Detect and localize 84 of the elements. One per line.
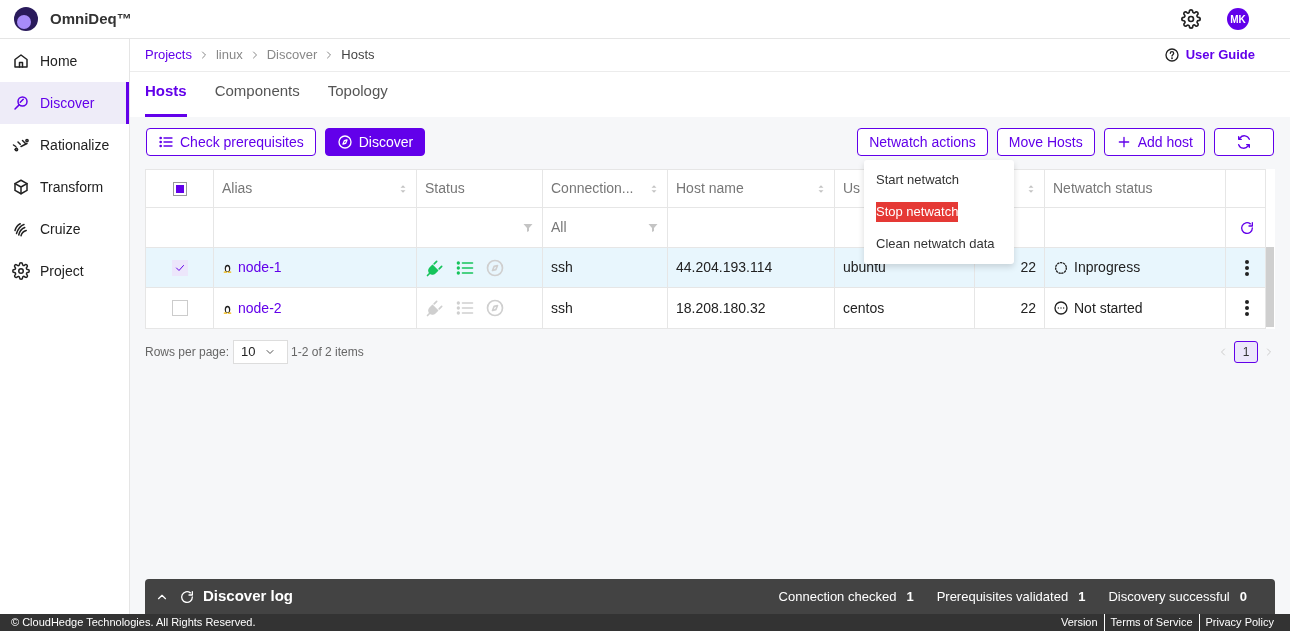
table-cell-text: 44.204.193.114 — [676, 258, 773, 277]
sidebar-item[interactable]: Project — [0, 250, 129, 292]
fingerprint-icon — [12, 220, 30, 238]
menu-item[interactable]: Clean netwatch data — [876, 234, 995, 254]
footer-link[interactable]: Privacy Policy — [1198, 614, 1280, 631]
more-icon — [1244, 300, 1249, 316]
table-cell-text: ubuntu — [843, 258, 886, 277]
netwatch-status: Not started — [1074, 298, 1143, 318]
column-header: Us — [843, 179, 861, 198]
user-guide-link[interactable]: User Guide — [1163, 45, 1255, 65]
sidebar-item[interactable]: Cruize — [0, 208, 129, 250]
refresh-icon — [1236, 134, 1252, 150]
footer-link[interactable]: Version — [1054, 614, 1104, 631]
home-icon — [12, 52, 30, 70]
sidebar-item[interactable]: Transform — [0, 166, 129, 208]
table-cell-text: ssh — [551, 298, 573, 318]
compass-icon — [336, 134, 353, 150]
toolbar-button[interactable]: Add host — [1103, 128, 1205, 156]
stat-label: Connection checked — [778, 587, 897, 606]
select-all-checkbox[interactable] — [172, 181, 187, 196]
pagination-range: 1-2 of 2 items — [291, 344, 364, 361]
more-button[interactable] — [1244, 300, 1249, 316]
row-checkbox[interactable] — [171, 300, 188, 316]
copyright-text: © CloudHedge Technologies. All Rights Reserved. — [11, 615, 256, 631]
settings-icon — [12, 262, 30, 280]
column-header: Host name — [676, 179, 744, 198]
settings-icon — [1181, 9, 1201, 29]
list-icon — [158, 134, 174, 150]
logo-icon — [14, 7, 38, 31]
app-name: OmniDeq™ — [50, 8, 132, 29]
breadcrumb-item[interactable]: linux — [215, 45, 243, 65]
netwatch-status: Inprogress — [1074, 258, 1141, 277]
host-alias-link[interactable]: node-2 — [238, 297, 282, 319]
table-cell-text: centos — [843, 298, 885, 318]
table-cell-text: 22 — [1020, 258, 1036, 277]
refresh-icon — [1238, 219, 1255, 236]
footer-link[interactable]: Terms of Service — [1103, 614, 1199, 631]
refresh-button[interactable] — [1238, 219, 1255, 236]
column-header: Status — [425, 179, 465, 198]
sidebar-item[interactable]: Home — [0, 40, 129, 82]
column-header: Netwatch status — [1053, 179, 1153, 198]
filter-value: All — [551, 218, 567, 237]
rows-per-page-label: Rows per page: — [145, 344, 230, 361]
stat-value: 1 — [906, 587, 914, 606]
page-button[interactable]: 1 — [1234, 341, 1258, 363]
toolbar-button[interactable]: Move Hosts — [996, 128, 1095, 156]
table-cell-text: 22 — [1020, 298, 1036, 318]
toolbar-button[interactable]: Netwatch actions — [857, 128, 988, 156]
toolbar-button[interactable]: Discover — [324, 128, 426, 156]
stat-label: Discovery successful — [1108, 587, 1230, 606]
help-icon — [1163, 47, 1180, 63]
breadcrumb-item[interactable]: Discover — [266, 45, 318, 65]
table-cell-text: ssh — [551, 258, 573, 277]
refresh-button[interactable] — [1214, 128, 1274, 156]
breadcrumb-item: Hosts — [341, 46, 375, 65]
scatter-icon — [12, 136, 30, 154]
panel-title: Discover log — [203, 586, 294, 607]
host-alias-link[interactable]: node-1 — [238, 257, 282, 278]
settings-button[interactable] — [1181, 9, 1201, 29]
column-header: Alias — [222, 179, 253, 198]
breadcrumb-item[interactable]: Projects — [145, 45, 192, 65]
row-checkbox[interactable] — [171, 259, 188, 276]
column-header: Connection... — [551, 179, 634, 198]
rows-per-page-select[interactable]: 10 — [233, 340, 289, 364]
tab[interactable]: Hosts — [145, 79, 187, 117]
spinner-icon — [1053, 259, 1069, 276]
more-icon — [1244, 259, 1249, 276]
toolbar-button[interactable]: Check prerequisites — [146, 128, 316, 156]
tab[interactable]: Topology — [327, 79, 388, 117]
sidebar-item[interactable]: Rationalize — [0, 124, 129, 166]
sidebar-item[interactable]: Discover — [0, 82, 129, 124]
menu-item[interactable]: Stop netwatch — [876, 202, 959, 222]
menu-item[interactable]: Start netwatch — [876, 170, 960, 190]
avatar[interactable]: MK — [1227, 8, 1249, 30]
cube-icon — [12, 178, 30, 196]
dots-circle-icon — [1053, 300, 1069, 316]
magnifier-icon — [12, 94, 30, 112]
more-button[interactable] — [1244, 259, 1249, 276]
tab[interactable]: Components — [214, 79, 300, 117]
table-cell-text: 18.208.180.32 — [676, 298, 766, 318]
stat-value: 0 — [1239, 587, 1247, 606]
refresh-icon — [179, 588, 195, 605]
stat-label: Prerequisites validated — [936, 587, 1069, 606]
stat-value: 1 — [1078, 587, 1086, 606]
